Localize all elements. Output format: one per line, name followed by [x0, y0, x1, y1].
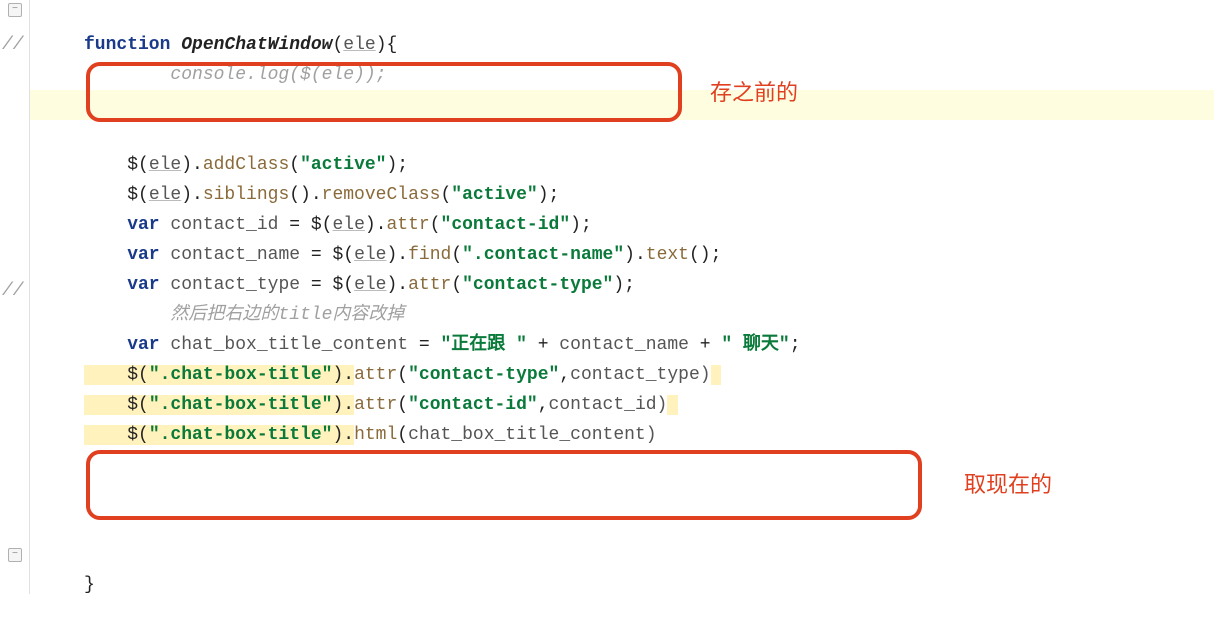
- code-line-contact-name[interactable]: var contact_name = $(ele).find(".contact…: [36, 210, 1214, 240]
- annotation-box-after: [86, 450, 922, 520]
- annotation-text-after: 取现在的: [964, 470, 1052, 500]
- annotation-text-before: 存之前的: [710, 78, 798, 108]
- code-line-set-id[interactable]: $(".chat-box-title").attr("contact-id",c…: [36, 360, 1214, 390]
- code-line-contact-type[interactable]: var contact_type = $(ele).attr("contact-…: [36, 240, 1214, 270]
- code-line-contact-id[interactable]: var contact_id = $(ele).attr("contact-id…: [36, 180, 1214, 210]
- annotation-box-before: [86, 62, 682, 122]
- code-line-set-html[interactable]: $(".chat-box-title").html(chat_box_title…: [36, 390, 1214, 420]
- code-line-1[interactable]: function OpenChatWindow(ele){: [36, 0, 1214, 30]
- code-line-comment-cn[interactable]: 然后把右边的title内容改掉: [36, 270, 1214, 300]
- gutter-comment-marker-1: //: [2, 30, 24, 60]
- code-line-2[interactable]: console.log($(ele));: [36, 30, 1214, 60]
- code-line-addclass[interactable]: $(ele).addClass("active");: [36, 120, 1214, 150]
- code-line-removeclass[interactable]: $(ele).siblings().removeClass("active");: [36, 150, 1214, 180]
- fold-marker-bottom[interactable]: [8, 548, 22, 562]
- fold-marker-top[interactable]: [8, 3, 22, 17]
- code-line-close-brace[interactable]: }: [36, 540, 1214, 570]
- code-line-title-content[interactable]: var chat_box_title_content = "正在跟 " + co…: [36, 300, 1214, 330]
- gutter-comment-marker-2: //: [2, 276, 24, 306]
- code-line-set-type[interactable]: $(".chat-box-title").attr("contact-type"…: [36, 330, 1214, 360]
